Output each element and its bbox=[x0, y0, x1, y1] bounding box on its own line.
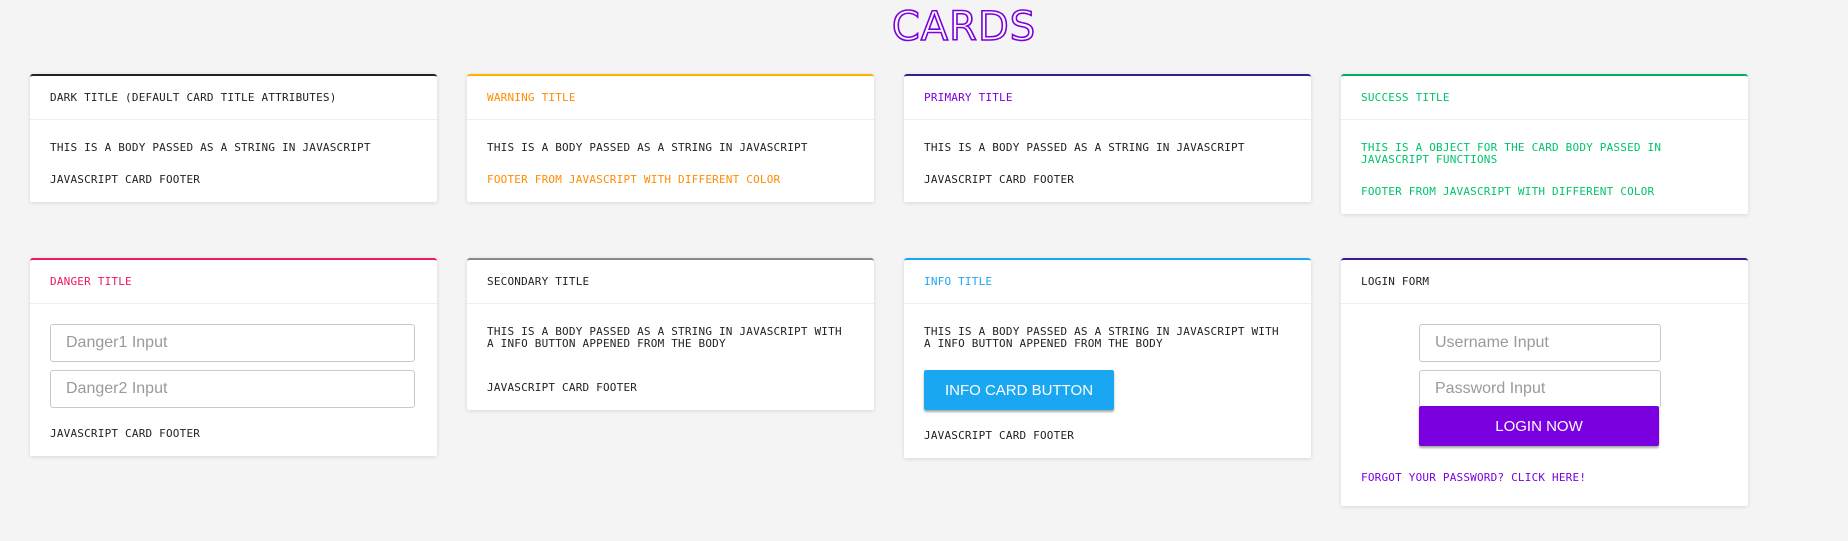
card-title: Info Title bbox=[924, 274, 993, 288]
card-footer: javascript card footer bbox=[30, 408, 437, 456]
info-card-button[interactable]: Info card button bbox=[924, 370, 1114, 410]
card-title: Warning Title bbox=[487, 90, 576, 104]
card-header: Secondary Title bbox=[467, 260, 874, 304]
card-body-text: This is a body passed as a string in jav… bbox=[487, 141, 808, 154]
card-footer: Footer from javascript with different co… bbox=[467, 154, 874, 202]
card-footer-text: javascript card footer bbox=[50, 427, 201, 440]
primary-card: Primary Title This is a body passed as a… bbox=[904, 74, 1311, 202]
login-form: Login now bbox=[1341, 304, 1748, 446]
card-title: Login Form bbox=[1361, 274, 1430, 288]
forgot-password-link[interactable]: Forgot your password? Click here! bbox=[1361, 471, 1586, 484]
card-body: This is a body passed as a string in jav… bbox=[467, 304, 874, 350]
card-footer: javascript card footer bbox=[30, 154, 437, 202]
card-header: Danger Title bbox=[30, 260, 437, 304]
card-body: This is a body passed as a string in jav… bbox=[904, 304, 1311, 410]
card-body: This is a body passed as a string in jav… bbox=[30, 120, 437, 154]
info-card: Info Title This is a body passed as a st… bbox=[904, 258, 1311, 458]
warning-card: Warning Title This is a body passed as a… bbox=[467, 74, 874, 202]
card-footer: javascript card footer bbox=[467, 350, 874, 410]
success-card: Success Title This is a object for the c… bbox=[1341, 74, 1748, 214]
password-input[interactable] bbox=[1419, 370, 1661, 408]
card-body-text: This is a object for the card body passe… bbox=[1361, 141, 1662, 166]
card-body-text: This is a body passed as a string in jav… bbox=[487, 325, 842, 350]
card-body: This is a body passed as a string in jav… bbox=[904, 120, 1311, 154]
card-header: Warning Title bbox=[467, 76, 874, 120]
login-button[interactable]: Login now bbox=[1419, 406, 1659, 446]
danger2-input[interactable] bbox=[50, 370, 415, 408]
card-footer-text: javascript card footer bbox=[924, 429, 1075, 442]
card-body-text: This is a body passed as a string in jav… bbox=[924, 325, 1279, 350]
card-body-text: This is a body passed as a string in jav… bbox=[50, 141, 371, 154]
card-header: Dark Title (Default card title attribute… bbox=[30, 76, 437, 120]
card-header: Login Form bbox=[1341, 260, 1748, 304]
card-body bbox=[30, 304, 437, 408]
card-header: Success Title bbox=[1341, 76, 1748, 120]
card-footer-text: javascript card footer bbox=[50, 173, 201, 186]
card-footer-text: javascript card footer bbox=[924, 173, 1075, 186]
card-footer: Forgot your password? Click here! bbox=[1341, 446, 1748, 485]
card-footer: javascript card footer bbox=[904, 154, 1311, 202]
card-footer: javascript card footer bbox=[904, 410, 1311, 458]
card-title: Primary Title bbox=[924, 90, 1013, 104]
card-body: This is a object for the card body passe… bbox=[1341, 120, 1748, 166]
secondary-card: Secondary Title This is a body passed as… bbox=[467, 258, 874, 410]
username-input[interactable] bbox=[1419, 324, 1661, 362]
card-title: Secondary Title bbox=[487, 274, 590, 288]
card-footer: Footer from javascript with different co… bbox=[1341, 166, 1748, 214]
card-footer-text: javascript card footer bbox=[487, 381, 638, 394]
card-body-text: This is a body passed as a string in jav… bbox=[924, 141, 1245, 154]
card-header: Primary Title bbox=[904, 76, 1311, 120]
danger1-input[interactable] bbox=[50, 324, 415, 362]
card-title: Success Title bbox=[1361, 90, 1450, 104]
card-header: Info Title bbox=[904, 260, 1311, 304]
danger-card: Danger Title javascript card footer bbox=[30, 258, 437, 456]
card-title: Dark Title (Default card title attribute… bbox=[50, 90, 337, 104]
card-title: Danger Title bbox=[50, 274, 132, 288]
dark-card: Dark Title (Default card title attribute… bbox=[30, 74, 437, 202]
page-title: Cards bbox=[891, 3, 1037, 51]
card-body: This is a body passed as a string in jav… bbox=[467, 120, 874, 154]
login-card: Login Form Login now Forgot your passwor… bbox=[1341, 258, 1748, 506]
card-footer-text: Footer from javascript with different co… bbox=[1361, 185, 1655, 198]
card-footer-text: Footer from javascript with different co… bbox=[487, 173, 781, 186]
